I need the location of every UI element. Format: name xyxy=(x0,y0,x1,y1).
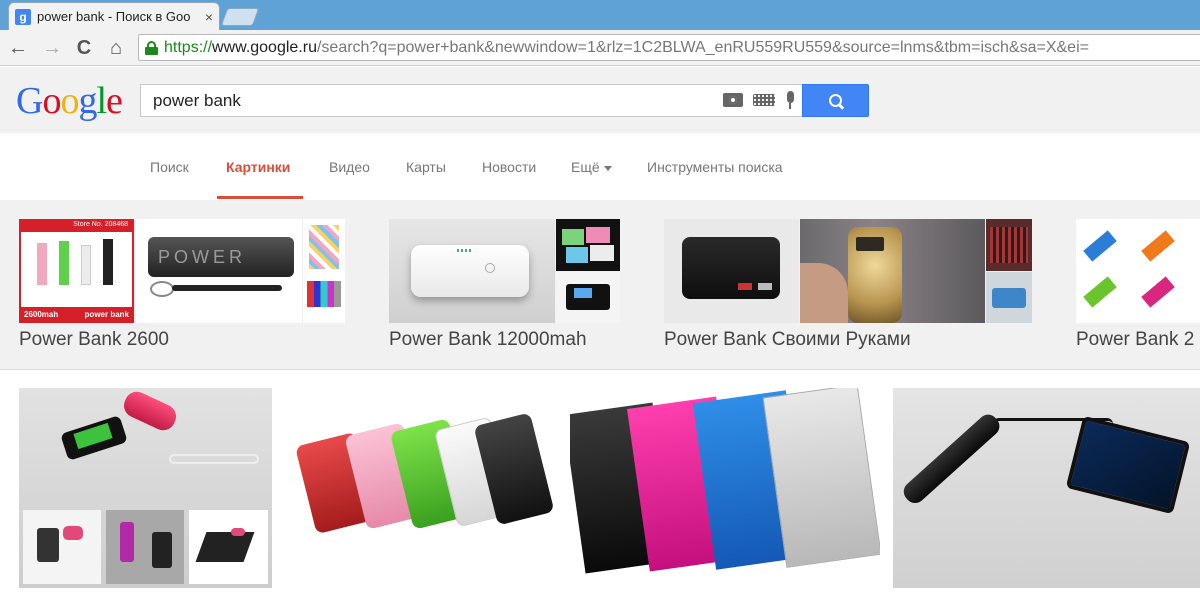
related-thumbnails xyxy=(1076,219,1200,323)
related-thumbnails xyxy=(389,219,620,323)
thumbnail-image xyxy=(556,219,620,271)
active-tab-indicator xyxy=(217,196,303,199)
search-box xyxy=(140,84,803,117)
tab-news[interactable]: Новости xyxy=(482,159,536,175)
thumbnail-caption: power bank xyxy=(84,309,129,319)
image-result[interactable] xyxy=(893,388,1200,588)
google-header: Google xyxy=(0,67,1200,133)
url-text: https://www.google.ru/search?q=power+ban… xyxy=(164,39,1089,57)
browser-toolbar: ← → C ⌂ https://www.google.ru/search?q=p… xyxy=(0,30,1200,66)
logo-letter: g xyxy=(78,80,97,122)
thumbnail-caption: POWER xyxy=(148,237,294,277)
logo-letter: l xyxy=(96,80,107,122)
thumbnail-image: POWER xyxy=(136,219,302,323)
search-tabs: Поиск Картинки Видео Карты Новости Ещё И… xyxy=(0,134,1200,200)
thumbnail-image xyxy=(664,219,799,323)
thumbnail-caption: Store No. 208468 xyxy=(21,221,132,232)
thumbnail-image xyxy=(303,219,345,323)
chevron-down-icon xyxy=(603,165,612,171)
url-scheme: https:// xyxy=(164,38,213,56)
image-results xyxy=(0,371,1200,594)
thumbnail-image xyxy=(986,219,1032,271)
camera-icon[interactable] xyxy=(723,93,743,107)
reload-icon[interactable]: C xyxy=(72,36,96,60)
related-item[interactable]: Power Bank 2 xyxy=(1076,219,1200,351)
logo-letter: e xyxy=(106,80,123,122)
related-label: Power Bank 2 xyxy=(1076,329,1195,350)
tab-more[interactable]: Ещё xyxy=(571,159,612,175)
related-thumbnails: Store No. 208468 2600mah power bank POWER xyxy=(19,219,345,323)
thumbnail-image xyxy=(986,272,1032,323)
related-thumbnails xyxy=(664,219,1032,323)
related-item[interactable]: Power Bank Своими Руками xyxy=(664,219,1032,351)
tab-video[interactable]: Видео xyxy=(329,159,370,175)
thumbnail-image xyxy=(1076,219,1200,323)
thumbnail-image: Store No. 208468 2600mah power bank xyxy=(19,219,134,323)
related-label: Power Bank Своими Руками xyxy=(664,329,911,350)
thumbnail-caption: 2600mah xyxy=(24,309,59,319)
back-icon[interactable]: ← xyxy=(6,36,30,60)
tab-maps[interactable]: Карты xyxy=(406,159,446,175)
new-tab-button[interactable] xyxy=(220,8,260,26)
url-path: /search?q=power+bank&newwindow=1&rlz=1C2… xyxy=(316,38,1089,56)
thumbnail-image xyxy=(169,454,259,464)
search-button[interactable] xyxy=(802,84,869,117)
thumbnail-image xyxy=(106,510,184,584)
image-result[interactable] xyxy=(285,388,556,588)
search-icon xyxy=(828,93,843,108)
related-searches: Store No. 208468 2600mah power bank POWER… xyxy=(0,200,1200,370)
thumbnail-image xyxy=(189,510,268,584)
lock-icon xyxy=(145,40,158,55)
related-label: Power Bank 12000mah xyxy=(389,329,587,350)
logo-letter: o xyxy=(42,80,61,122)
tab-images[interactable]: Картинки xyxy=(226,159,290,175)
tab-search[interactable]: Поиск xyxy=(150,159,189,175)
tab-title: power bank - Поиск в Goo xyxy=(37,9,191,24)
logo-letter: G xyxy=(16,80,43,122)
logo-letter: o xyxy=(60,80,79,122)
url-host: www.google.ru xyxy=(212,38,317,56)
browser-tabstrip: g power bank - Поиск в Goo × xyxy=(0,0,1200,30)
related-item[interactable]: Power Bank 12000mah xyxy=(389,219,620,351)
browser-tab[interactable]: g power bank - Поиск в Goo × xyxy=(8,2,220,30)
forward-icon[interactable]: → xyxy=(40,36,64,60)
home-icon[interactable]: ⌂ xyxy=(104,36,128,60)
search-input[interactable] xyxy=(153,90,713,111)
thumbnail-image xyxy=(1065,415,1191,515)
thumbnail-image xyxy=(389,219,555,323)
thumbnail-image xyxy=(556,272,620,323)
microphone-icon[interactable] xyxy=(785,91,795,109)
thumbnail-image xyxy=(899,410,1004,508)
thumbnail-image xyxy=(23,510,101,584)
related-label: Power Bank 2600 xyxy=(19,329,169,350)
google-logo[interactable]: Google xyxy=(16,79,123,123)
tab-search-tools[interactable]: Инструменты поиска xyxy=(647,159,783,175)
tab-more-label: Ещё xyxy=(571,159,600,175)
image-result[interactable] xyxy=(19,388,272,588)
keyboard-icon[interactable] xyxy=(753,94,775,106)
google-favicon-icon: g xyxy=(15,8,31,25)
related-item[interactable]: Store No. 208468 2600mah power bank POWER… xyxy=(19,219,345,351)
thumbnail-image xyxy=(800,219,985,323)
image-result[interactable] xyxy=(570,388,880,588)
thumbnail-image xyxy=(120,388,180,435)
address-bar[interactable]: https://www.google.ru/search?q=power+ban… xyxy=(138,34,1200,61)
close-icon[interactable]: × xyxy=(205,9,213,25)
